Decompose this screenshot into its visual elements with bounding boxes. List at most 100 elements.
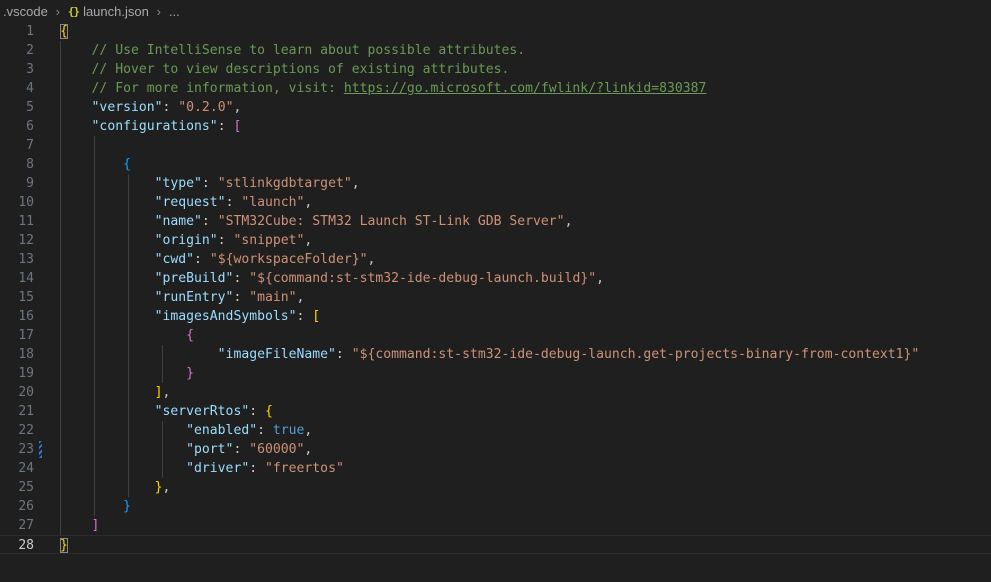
property-key-token: "runEntry"	[154, 290, 234, 305]
property-key-token: "version"	[91, 100, 163, 115]
comment-link[interactable]: https://go.microsoft.com/fwlink/?linkid=…	[344, 81, 707, 96]
line-number: 23	[18, 442, 34, 457]
code-line[interactable]: 16 "imagesAndSymbols": [	[0, 307, 991, 326]
breadcrumb-folder[interactable]: .vscode	[0, 4, 50, 19]
comment-token: // Hover to view descriptions of existin…	[91, 62, 510, 77]
code-line[interactable]: 24 "driver": "freertos"	[0, 459, 991, 478]
punctuation-token: ,	[596, 271, 604, 286]
bracket-token: }	[154, 480, 163, 495]
code-editor[interactable]: 28} 27 ] 26 } 25 }, 24 "driver": "freertos" 2…	[0, 22, 991, 582]
string-value-token: "0.2.0"	[178, 100, 234, 115]
line-number: 9	[26, 176, 34, 191]
bracket-token: {	[186, 328, 195, 343]
punctuation-token: :	[249, 461, 265, 476]
breadcrumb-more[interactable]: ...	[167, 4, 182, 19]
code-line[interactable]: 5 "version": "0.2.0",	[0, 98, 991, 117]
punctuation-token: ,	[162, 385, 171, 400]
code-line[interactable]: 17 {	[0, 326, 991, 345]
code-text: "configurations": [	[60, 117, 242, 136]
code-text: // For more information, visit: https://…	[60, 79, 707, 98]
code-text: ],	[60, 383, 171, 402]
code-line[interactable]: 7	[0, 136, 991, 155]
punctuation-token: ,	[564, 214, 573, 229]
punctuation-token: :	[233, 442, 250, 457]
code-line[interactable]: 26 }	[0, 497, 991, 516]
code-line[interactable]: 28}	[0, 535, 991, 554]
code-line[interactable]: 2 // Use IntelliSense to learn about pos…	[0, 41, 991, 60]
punctuation-token: :	[217, 233, 234, 248]
punctuation-token: :	[162, 100, 179, 115]
code-line[interactable]: 1{	[0, 22, 991, 41]
boolean-token: true	[272, 423, 305, 438]
code-line[interactable]: 22 "enabled": true,	[0, 421, 991, 440]
code-line[interactable]: 18 "imageFileName": "${command:st-stm32-…	[0, 345, 991, 364]
bracket-token: {	[265, 404, 273, 419]
code-line[interactable]: 19 }	[0, 364, 991, 383]
string-value-token: "main"	[249, 290, 297, 305]
code-text: // Use IntelliSense to learn about possi…	[60, 41, 526, 60]
line-number: 22	[18, 423, 34, 438]
line-number: 2	[26, 43, 34, 58]
code-line[interactable]: 13 "cwd": "${workspaceFolder}",	[0, 250, 991, 269]
string-value-token: "${command:st-stm32-ide-debug-launch.bui…	[249, 271, 597, 286]
property-key-token: "serverRtos"	[154, 404, 250, 419]
code-line[interactable]: 21 "serverRtos": {	[0, 402, 991, 421]
code-text: {	[60, 22, 68, 41]
code-line[interactable]: 12 "origin": "snippet",	[0, 231, 991, 250]
property-key-token: "configurations"	[91, 119, 218, 134]
line-number: 25	[18, 480, 34, 495]
code-line[interactable]: 14 "preBuild": "${command:st-stm32-ide-d…	[0, 269, 991, 288]
punctuation-token: ,	[304, 195, 313, 210]
code-line[interactable]: 15 "runEntry": "main",	[0, 288, 991, 307]
bracket-token: }	[186, 366, 195, 381]
breadcrumb-file[interactable]: {} launch.json	[66, 4, 151, 19]
punctuation-token: ,	[304, 233, 313, 248]
property-key-token: "preBuild"	[154, 271, 234, 286]
string-value-token: "60000"	[249, 442, 305, 457]
line-number: 3	[26, 62, 34, 77]
code-line[interactable]: 4 // For more information, visit: https:…	[0, 79, 991, 98]
punctuation-token: :	[217, 119, 234, 134]
modified-line-indicator[interactable]	[39, 441, 42, 458]
indent-guide	[162, 345, 163, 383]
indent-guide	[162, 421, 163, 478]
line-number: 16	[18, 309, 34, 324]
code-line[interactable]: 3 // Hover to view descriptions of exist…	[0, 60, 991, 79]
string-value-token: "stlinkgdbtarget"	[217, 176, 352, 191]
code-line[interactable]: 20 ],	[0, 383, 991, 402]
code-line[interactable]: 9 "type": "stlinkgdbtarget",	[0, 174, 991, 193]
punctuation-token: :	[201, 176, 218, 191]
code-text: "preBuild": "${command:st-stm32-ide-debu…	[60, 269, 604, 288]
code-text: "enabled": true,	[60, 421, 312, 440]
punctuation-token: :	[335, 347, 352, 362]
code-line[interactable]: 11 "name": "STM32Cube: STM32 Launch ST-L…	[0, 212, 991, 231]
bracket-token: ]	[154, 385, 163, 400]
line-number: 24	[18, 461, 34, 476]
code-line[interactable]: 8 {	[0, 155, 991, 174]
code-text: "cwd": "${workspaceFolder}",	[60, 250, 376, 269]
property-key-token: "origin"	[154, 233, 218, 248]
code-line[interactable]: 6 "configurations": [	[0, 117, 991, 136]
code-line[interactable]: 23 "port": "60000",	[0, 440, 991, 459]
code-line[interactable]: 25 },	[0, 478, 991, 497]
punctuation-token: ,	[233, 100, 242, 115]
code-text: "type": "stlinkgdbtarget",	[60, 174, 360, 193]
code-line[interactable]: 27 ]	[0, 516, 991, 535]
line-number: 5	[26, 100, 34, 115]
comment-token: // Use IntelliSense to learn about possi…	[91, 43, 526, 58]
chevron-right-icon: ›	[55, 3, 60, 19]
code-text: }	[60, 536, 68, 555]
code-line[interactable]: 10 "request": "launch",	[0, 193, 991, 212]
